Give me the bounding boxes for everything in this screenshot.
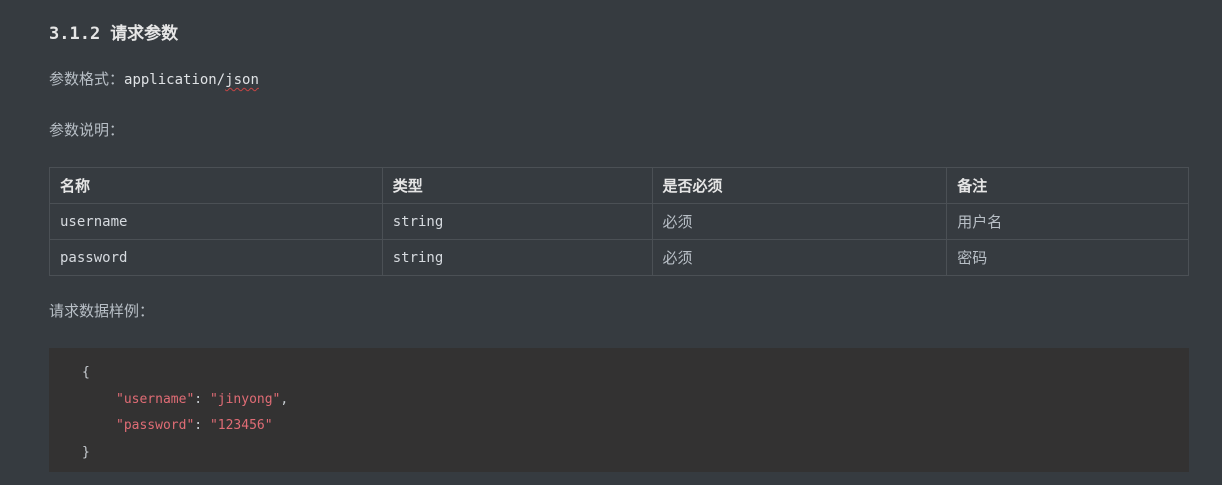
format-value[interactable]: application/json: [124, 72, 259, 88]
code-key-password: "password": [116, 418, 195, 433]
section-title: 请求参数: [110, 24, 179, 44]
parameter-table: 名称 类型 是否必须 备注 username string 必须 用户名 pas…: [49, 167, 1189, 276]
code-comma: ,: [280, 391, 289, 407]
table-row: password string 必须 密码: [49, 239, 1189, 276]
table-cell-type[interactable]: string: [381, 239, 653, 276]
table-header-note[interactable]: 备注: [946, 167, 1189, 204]
table-row: username string 必须 用户名: [49, 203, 1189, 240]
code-open-brace: {: [82, 365, 90, 380]
section-number: 3.1.2: [49, 24, 101, 44]
section-heading: 3.1.2 请求参数: [49, 19, 178, 44]
code-separator: :: [194, 391, 210, 407]
table-cell-name[interactable]: password: [49, 239, 383, 276]
description-label: 参数说明：: [49, 121, 125, 139]
sample-label: 请求数据样例：: [49, 302, 155, 320]
code-key-username: "username": [116, 391, 195, 407]
table-cell-required[interactable]: 必须: [651, 239, 948, 276]
format-label: 参数格式：: [49, 70, 125, 88]
table-cell-note[interactable]: 密码: [946, 239, 1189, 276]
table-cell-name[interactable]: username: [49, 203, 383, 240]
format-value-spellcheck-word[interactable]: json: [225, 72, 259, 88]
format-value-prefix: application/: [124, 72, 226, 88]
code-separator: :: [194, 418, 210, 433]
code-value-username: "jinyong": [209, 391, 281, 407]
json-code-block[interactable]: { "username": "jinyong", "password": "12…: [49, 348, 1189, 472]
table-cell-type[interactable]: string: [381, 203, 653, 240]
table-header-row: 名称 类型 是否必须 备注: [49, 167, 1189, 204]
table-header-required[interactable]: 是否必须: [651, 167, 948, 204]
format-paragraph: 参数格式：application/json: [49, 68, 259, 89]
table-header-type[interactable]: 类型: [381, 167, 653, 204]
table-cell-note[interactable]: 用户名: [946, 203, 1189, 240]
table-header-name[interactable]: 名称: [49, 167, 383, 204]
code-value-password: "123456": [209, 418, 273, 433]
table-cell-required[interactable]: 必须: [651, 203, 948, 240]
code-close-brace: }: [82, 444, 90, 460]
